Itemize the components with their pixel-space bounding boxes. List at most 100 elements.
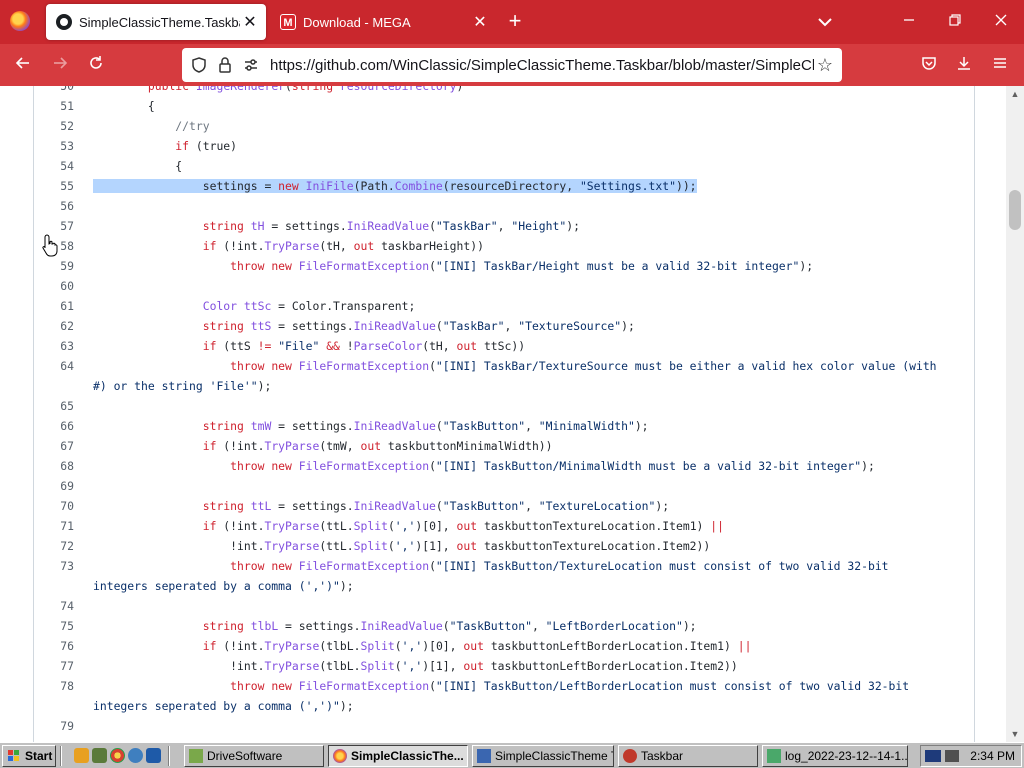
permissions-icon[interactable] (242, 56, 260, 74)
tools-quicklaunch-icon[interactable] (92, 748, 107, 763)
pocket-icon (922, 57, 936, 70)
pocket-button[interactable] (916, 52, 942, 78)
scrollbar-thumb[interactable] (1009, 190, 1021, 230)
line-number[interactable]: 53 (34, 136, 74, 156)
line-number[interactable]: 60 (34, 276, 74, 296)
line-number[interactable]: 61 (34, 296, 74, 316)
bookmark-star-icon[interactable]: ☆ (814, 55, 836, 76)
line-number[interactable]: 77 (34, 656, 74, 676)
firefox-logo-icon[interactable] (10, 11, 30, 31)
code-text: string tH = settings.IniReadValue("TaskB… (202, 219, 580, 233)
menu-button[interactable] (987, 52, 1013, 78)
code-line: 75 string tlbL = settings.IniReadValue("… (34, 616, 974, 636)
code-line: 50 public ImageRenderer(string resourceD… (34, 86, 974, 96)
line-number[interactable]: 73 (34, 556, 74, 576)
code-line: 61 Color ttSc = Color.Transparent; (34, 296, 974, 316)
reload-button[interactable] (83, 52, 109, 78)
navigation-toolbar: https://github.com/WinClassic/SimpleClas… (0, 44, 1024, 86)
taskbar-button-label: Taskbar (641, 749, 684, 763)
line-number[interactable]: 64 (34, 356, 74, 376)
taskbar-button-firefox[interactable]: SimpleClassicThe... (328, 745, 468, 767)
taskbar-button-simpleclassictheme[interactable]: SimpleClassicTheme T... (472, 745, 614, 767)
tab-mega[interactable]: M Download - MEGA ✕ (270, 4, 496, 40)
line-number[interactable]: 56 (34, 196, 74, 216)
line-number[interactable]: 65 (34, 396, 74, 416)
line-number[interactable]: 55 (34, 176, 74, 196)
line-number[interactable]: 79 (34, 716, 74, 736)
line-number[interactable]: 70 (34, 496, 74, 516)
url-text[interactable]: https://github.com/WinClassic/SimpleClas… (270, 57, 814, 74)
line-number[interactable]: 72 (34, 536, 74, 556)
close-window-button[interactable] (986, 8, 1016, 36)
volume-icon[interactable] (945, 750, 959, 762)
taskbar-button-label: log_2022-23-12--14-1... (785, 749, 908, 763)
chrome-quicklaunch-icon[interactable] (110, 748, 125, 763)
reload-icon (90, 56, 102, 69)
code-line: 70 string ttL = settings.IniReadValue("T… (34, 496, 974, 516)
mouse-pointer-hand-icon (42, 234, 58, 257)
taskbar-button-log[interactable]: log_2022-23-12--14-1... (762, 745, 908, 767)
line-number[interactable]: 74 (34, 596, 74, 616)
taskbar-button-drivesoftware[interactable]: DriveSoftware (184, 745, 324, 767)
line-number[interactable]: 59 (34, 256, 74, 276)
url-bar[interactable]: https://github.com/WinClassic/SimpleClas… (182, 48, 842, 82)
code-text: throw new FileFormatException("[INI] Tas… (230, 559, 889, 573)
desktop-quicklaunch-icon[interactable] (146, 748, 161, 763)
shield-icon[interactable] (190, 56, 208, 74)
search-quicklaunch-icon[interactable] (74, 748, 89, 763)
code-line: 64 throw new FileFormatException("[INI] … (34, 356, 974, 376)
clock[interactable]: 2:34 PM (970, 749, 1015, 763)
code-text: Color ttSc = Color.Transparent; (202, 299, 416, 313)
taskbar-button-taskbar[interactable]: Taskbar (618, 745, 758, 767)
line-number[interactable]: 67 (34, 436, 74, 456)
minimize-button[interactable] (894, 8, 924, 36)
start-button[interactable]: Start (2, 745, 56, 767)
chevron-down-icon[interactable] (813, 12, 837, 32)
network-quicklaunch-icon[interactable] (128, 748, 143, 763)
start-label: Start (25, 749, 53, 763)
code-line: 78 throw new FileFormatException("[INI] … (34, 676, 974, 696)
line-number[interactable]: 50 (34, 86, 74, 96)
code-line: 58 if (!int.TryParse(tH, out taskbarHeig… (34, 236, 974, 256)
close-tab-icon[interactable]: ✕ (240, 12, 260, 32)
code-text: #) or the string 'File'"); (93, 379, 272, 393)
code-line: 67 if (!int.TryParse(tmW, out taskbutton… (34, 436, 974, 456)
line-number[interactable]: 51 (34, 96, 74, 116)
code-line: integers seperated by a comma (',')"); (34, 696, 974, 716)
code-line: 69 (34, 476, 974, 496)
code-line: 68 throw new FileFormatException("[INI] … (34, 456, 974, 476)
code-line: 77 !int.TryParse(tlbL.Split(',')[1], out… (34, 656, 974, 676)
network-icon[interactable] (925, 750, 941, 762)
line-number[interactable]: 71 (34, 516, 74, 536)
restore-button[interactable] (940, 8, 970, 36)
code-text: integers seperated by a comma (',')"); (93, 579, 354, 593)
close-tab-icon[interactable]: ✕ (470, 12, 490, 32)
scroll-down-icon[interactable]: ▼ (1006, 729, 1024, 739)
line-number[interactable]: 63 (34, 336, 74, 356)
line-number[interactable]: 54 (34, 156, 74, 176)
page-scrollbar[interactable]: ▲ ▼ (1006, 86, 1024, 742)
forward-button[interactable] (47, 52, 73, 78)
line-number[interactable]: 57 (34, 216, 74, 236)
code-line: 51 { (34, 96, 974, 116)
code-text: settings = new IniFile(Path.Combine(reso… (93, 179, 697, 193)
code-line: 54 { (34, 156, 974, 176)
windows-logo-icon (8, 750, 19, 761)
back-button[interactable] (10, 52, 36, 78)
line-number[interactable]: 68 (34, 456, 74, 476)
line-number[interactable]: 66 (34, 416, 74, 436)
line-number[interactable]: 78 (34, 676, 74, 696)
line-number[interactable]: 75 (34, 616, 74, 636)
scroll-up-icon[interactable]: ▲ (1006, 89, 1024, 99)
tab-github[interactable]: SimpleClassicTheme.Taskbar/In ✕ (46, 4, 266, 40)
line-number[interactable]: 69 (34, 476, 74, 496)
lock-icon[interactable] (216, 56, 234, 74)
line-number[interactable]: 52 (34, 116, 74, 136)
firefox-icon (333, 749, 347, 763)
downloads-button[interactable] (951, 52, 977, 78)
new-tab-button[interactable]: + (503, 10, 527, 34)
download-icon (958, 57, 970, 70)
line-number[interactable]: 62 (34, 316, 74, 336)
line-number[interactable]: 76 (34, 636, 74, 656)
code-text: if (!int.TryParse(tlbL.Split(',')[0], ou… (202, 639, 752, 653)
